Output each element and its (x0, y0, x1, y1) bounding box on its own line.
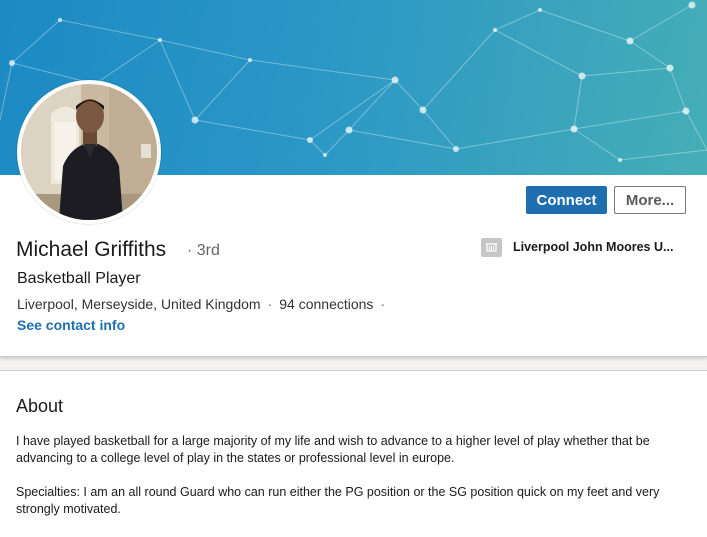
separator-dot-trailing: · (380, 296, 386, 312)
profile-avatar[interactable] (17, 80, 161, 224)
about-section: About I have played basketball for a lar… (0, 370, 707, 537)
school-name: Liverpool John Moores U... (513, 240, 674, 254)
about-paragraph: Specialties: I am an all round Guard who… (16, 485, 660, 516)
about-title: About (16, 396, 64, 416)
separator-dot: · (267, 296, 273, 312)
building-icon (481, 237, 502, 257)
profile-location: Liverpool, Merseyside, United Kingdom (17, 296, 261, 312)
profile-name: Michael Griffiths (16, 238, 167, 261)
connect-button[interactable]: Connect (526, 186, 607, 214)
profile-headline: Basketball Player (17, 270, 141, 287)
connections-count[interactable]: 94 connections (279, 296, 373, 312)
location-line: Liverpool, Merseyside, United Kingdom · 94… (17, 296, 392, 312)
about-text: I have played basketball for a large maj… (16, 433, 692, 535)
education-summary[interactable]: Liverpool John Moores U... (481, 237, 673, 257)
profile-card: Connect More... Michael Griffiths · 3rd … (0, 0, 707, 357)
more-button[interactable]: More... (614, 186, 686, 214)
profile-photo (21, 84, 157, 220)
about-paragraph: I have played basketball for a large maj… (16, 434, 650, 465)
connection-degree: · 3rd (187, 242, 220, 259)
see-contact-info-link[interactable]: See contact info (17, 317, 125, 333)
